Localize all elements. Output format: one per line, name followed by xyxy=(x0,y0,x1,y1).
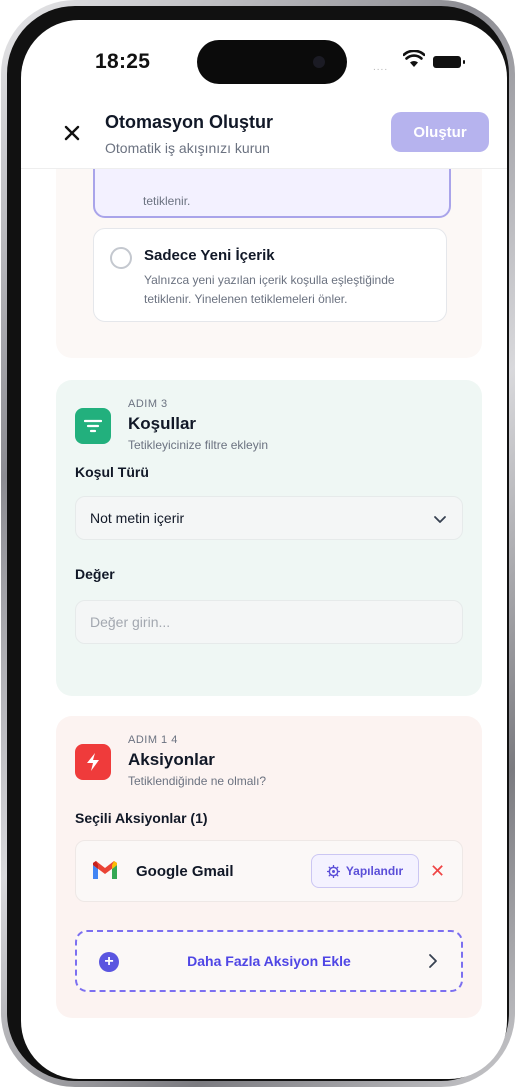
wifi-icon xyxy=(403,50,425,67)
page-subtitle: Otomatik iş akışınızı kurun xyxy=(105,140,270,156)
trigger-option-selected[interactable]: tetiklenir. xyxy=(93,168,451,218)
signal-indicator: .... xyxy=(373,62,389,73)
remove-icon[interactable]: ✕ xyxy=(430,859,445,883)
condition-type-select[interactable]: Not metin içerir xyxy=(75,496,463,540)
condition-type-label: Koşul Türü xyxy=(75,464,149,480)
dynamic-island xyxy=(197,40,347,84)
create-button[interactable]: Oluştur xyxy=(391,112,489,152)
option-description: tetiklenir. xyxy=(143,194,191,208)
option-title: Sadece Yeni İçerik xyxy=(144,247,275,264)
configure-button[interactable]: Yapılandır xyxy=(311,854,419,888)
conditions-card: ADIM 3 Koşullar Tetikleyicinize filtre e… xyxy=(56,380,482,696)
app-header: Otomasyon Oluştur Otomatik iş akışınızı … xyxy=(21,100,507,169)
section-subtitle: Tetiklendiğinde ne olmalı? xyxy=(128,774,267,788)
option-description: Yalnızca yeni yazılan içerik koşulla eşl… xyxy=(144,273,395,306)
add-more-label: Daha Fazla Aksiyon Ekle xyxy=(187,953,351,969)
configure-label: Yapılandır xyxy=(345,864,404,878)
lightning-icon xyxy=(75,744,111,780)
gear-icon xyxy=(326,864,340,878)
close-icon[interactable] xyxy=(61,122,83,144)
phone-frame: 18:25 .... Otomasyon Oluştur Otomatik iş… xyxy=(1,0,515,1087)
page-title: Otomasyon Oluştur xyxy=(105,112,274,132)
value-input[interactable] xyxy=(75,600,463,644)
selected-actions-label: Seçili Aksiyonlar (1) xyxy=(75,810,208,826)
trigger-option-new-content[interactable]: Sadece Yeni İçerik Yalnızca yeni yazılan… xyxy=(93,228,447,322)
action-name: Google Gmail xyxy=(136,863,234,880)
action-item: Google Gmail Yapılandır ✕ xyxy=(75,840,463,902)
step-label: ADIM 1 4 xyxy=(128,734,178,746)
section-title: Koşullar xyxy=(128,414,197,433)
step-label: ADIM 3 xyxy=(128,398,168,410)
filter-icon xyxy=(75,408,111,444)
battery-icon xyxy=(433,56,465,68)
phone-screen: 18:25 .... Otomasyon Oluştur Otomatik iş… xyxy=(21,20,507,1079)
radio-button[interactable] xyxy=(110,247,132,269)
add-more-actions-button[interactable]: + Daha Fazla Aksiyon Ekle xyxy=(75,930,463,992)
phone-bezel: 18:25 .... Otomasyon Oluştur Otomatik iş… xyxy=(7,6,509,1081)
section-title: Aksiyonlar xyxy=(128,750,215,769)
scroll-content[interactable]: tetiklenir. Sadece Yeni İçerik Yalnızca … xyxy=(21,168,507,1079)
status-time: 18:25 xyxy=(95,50,151,73)
value-label: Değer xyxy=(75,566,115,582)
gmail-icon xyxy=(93,861,117,879)
condition-type-value: Not metin içerir xyxy=(90,510,185,526)
status-bar: 18:25 .... xyxy=(21,20,507,100)
camera-icon xyxy=(313,56,325,68)
section-subtitle: Tetikleyicinize filtre ekleyin xyxy=(128,438,269,452)
chevron-down-icon xyxy=(434,516,446,523)
chevron-right-icon xyxy=(429,954,437,968)
actions-card: ADIM 1 4 Aksiyonlar Tetiklendiğinde ne o… xyxy=(56,716,482,1018)
